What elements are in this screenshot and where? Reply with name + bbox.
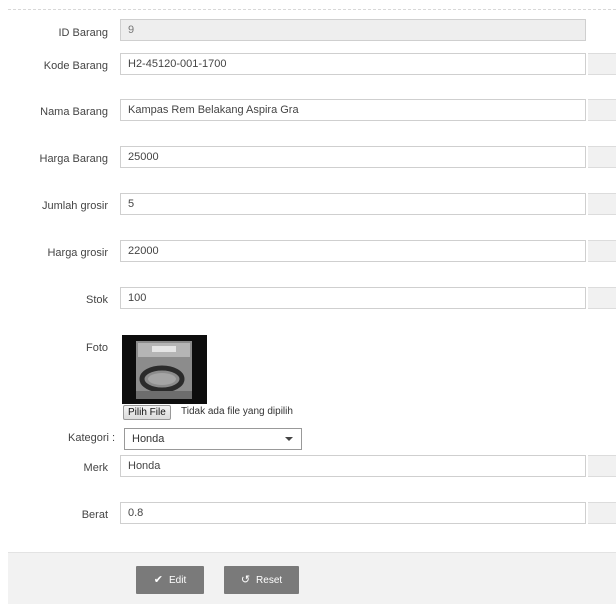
top-divider — [8, 9, 616, 10]
stok-field[interactable]: 100 — [120, 287, 586, 309]
form-actions-bar — [8, 552, 616, 604]
kode-barang-field[interactable]: H2-45120-001-1700 — [120, 53, 586, 75]
stok-label: Stok — [85, 294, 108, 306]
harga-barang-addon — [588, 146, 616, 168]
edit-button[interactable]: ✔ Edit — [136, 566, 204, 594]
berat-addon — [588, 502, 616, 524]
harga-grosir-addon — [588, 240, 616, 262]
file-status-text: Tidak ada file yang dipilih — [181, 406, 293, 417]
chevron-down-icon — [285, 437, 293, 441]
product-photo — [122, 335, 207, 404]
check-icon: ✔ — [153, 574, 163, 586]
kode-barang-label: Kode Barang — [43, 60, 108, 72]
kategori-label: Kategori : — [68, 432, 116, 444]
berat-label: Berat — [81, 509, 108, 521]
kode-barang-addon — [588, 53, 616, 75]
id-barang-field: 9 — [120, 19, 586, 41]
nama-barang-addon — [588, 99, 616, 121]
undo-icon: ↺ — [240, 574, 251, 586]
harga-grosir-label: Harga grosir — [47, 247, 108, 259]
foto-label: Foto — [85, 342, 108, 354]
edit-button-label: Edit — [168, 575, 187, 586]
merk-field[interactable]: Honda — [120, 455, 586, 477]
merk-label: Merk — [83, 462, 108, 474]
nama-barang-label: Nama Barang — [40, 106, 108, 118]
berat-field[interactable]: 0.8 — [120, 502, 586, 524]
reset-button[interactable]: ↺ Reset — [224, 566, 299, 594]
product-photo-image — [122, 335, 207, 404]
choose-file-button[interactable]: Pilih File — [123, 405, 171, 420]
jumlah-grosir-field[interactable]: 5 — [120, 193, 586, 215]
reset-button-label: Reset — [256, 575, 283, 586]
harga-grosir-field[interactable]: 22000 — [120, 240, 586, 262]
stok-addon — [588, 287, 616, 309]
kategori-select[interactable]: Honda — [124, 428, 302, 450]
merk-addon — [588, 455, 616, 477]
jumlah-grosir-addon — [588, 193, 616, 215]
jumlah-grosir-label: Jumlah grosir — [41, 200, 108, 212]
kategori-selected-value: Honda — [132, 433, 165, 445]
id-barang-label: ID Barang — [58, 27, 108, 39]
harga-barang-field[interactable]: 25000 — [120, 146, 586, 168]
nama-barang-field[interactable]: Kampas Rem Belakang Aspira Gra — [120, 99, 586, 121]
harga-barang-label: Harga Barang — [39, 153, 109, 165]
